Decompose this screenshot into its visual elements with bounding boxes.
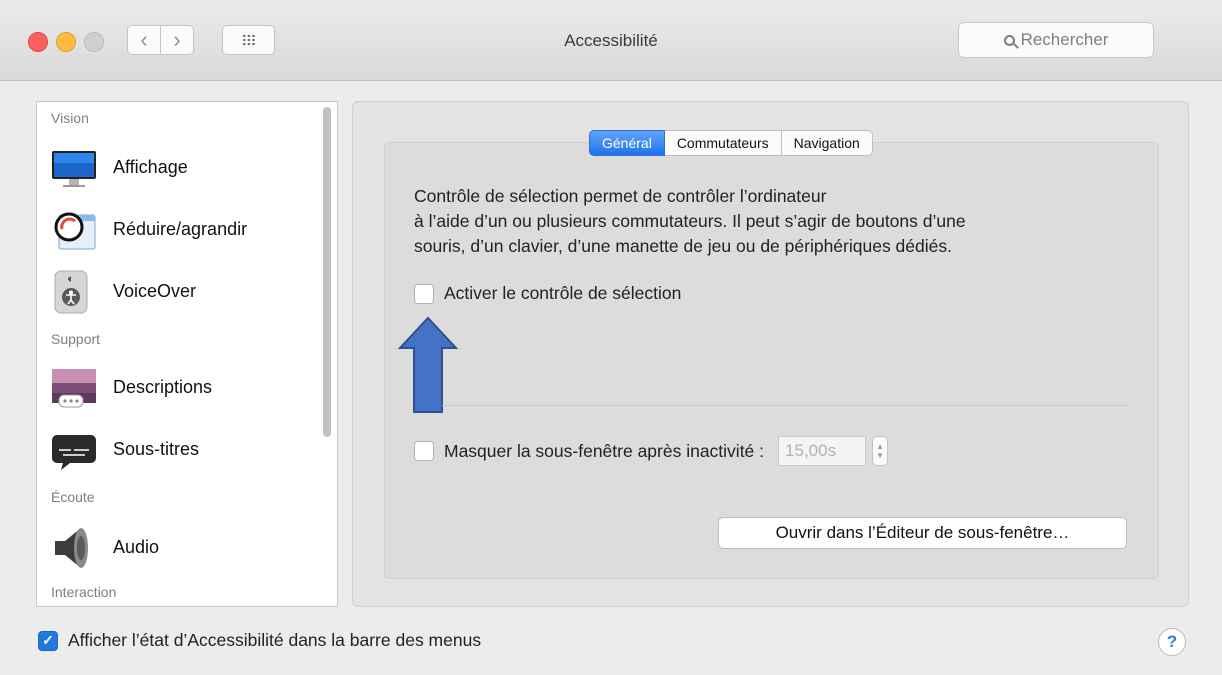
sidebar-item-label: VoiceOver [113,281,197,301]
sidebar: Vision Affichage Réduire/agrandir VoiceO… [36,101,338,607]
scrollbar-thumb[interactable] [323,107,331,437]
section-vision: Vision [51,110,89,126]
enable-switch-control-label: Activer le contrôle de sélection [444,283,682,303]
sidebar-item-audio[interactable]: Audio [51,522,321,574]
zoom-icon [54,212,96,250]
hide-panel-label: Masquer la sous-fenêtre après inactivité… [444,440,765,461]
title-bar: ‹ › Accessibilité Rechercher [0,0,1222,81]
search-placeholder: Rechercher [1020,30,1109,49]
chevron-up-icon: ▲ [876,442,884,451]
hide-panel-row: Masquer la sous-fenêtre après inactivité… [414,436,889,466]
description-text: Contrôle de sélection permet de contrôle… [414,184,966,259]
sidebar-item-label: Audio [113,537,160,557]
hide-delay-stepper[interactable]: ▲ ▼ [872,436,889,466]
sidebar-item-label: Affichage [113,157,188,177]
sidebar-item-descriptions[interactable]: Descriptions [51,362,321,414]
tab-commutateurs[interactable]: Commutateurs [664,130,782,156]
section-ecoute: Écoute [51,489,95,505]
voiceover-icon [54,270,88,314]
descriptions-icon [52,369,96,408]
separator [442,405,1128,406]
tab-general[interactable]: Général [589,130,665,156]
enable-switch-control-row: Activer le contrôle de sélection [414,283,681,304]
show-status-checkbox[interactable]: ✓ [38,630,58,651]
sidebar-item-voiceover[interactable]: VoiceOver [51,266,321,318]
checkmark-icon: ✓ [42,632,54,648]
sidebar-item-label: Sous-titres [113,439,200,459]
sidebar-item-label: Réduire/agrandir [113,219,248,239]
help-button[interactable]: ? [1158,628,1186,656]
section-support: Support [51,331,101,347]
hide-delay-field[interactable]: 15,00s [778,436,867,466]
show-status-label: Afficher l’état d’Accessibilité dans la … [68,630,482,650]
tab-bar: Général Commutateurs Navigation [589,130,873,156]
chevron-down-icon: ▼ [876,451,884,460]
open-panel-editor-button[interactable]: Ouvrir dans l’Éditeur de sous-fenêtre… [718,517,1127,549]
description-line: souris, d’un clavier, d’une manette de j… [414,236,952,256]
description-line: à l’aide d’un ou plusieurs commutateurs.… [414,211,966,231]
hide-panel-checkbox[interactable] [414,441,434,461]
display-icon [52,151,96,187]
search-icon [1003,34,1015,46]
subtitles-icon [52,435,96,470]
description-line: Contrôle de sélection permet de contrôle… [414,186,827,206]
sidebar-scrollbar[interactable] [319,105,333,605]
speaker-icon [55,528,88,568]
sidebar-item-reduire-agrandir[interactable]: Réduire/agrandir [51,204,321,256]
sidebar-item-affichage[interactable]: Affichage [51,142,321,194]
sidebar-item-label: Descriptions [113,377,213,397]
sidebar-item-sous-titres[interactable]: Sous-titres [51,424,321,476]
section-interaction: Interaction [51,584,117,600]
enable-switch-control-checkbox[interactable] [414,283,434,304]
annotation-arrow-icon [398,316,458,413]
show-status-row: ✓ Afficher l’état d’Accessibilité dans l… [38,630,481,651]
search-field[interactable]: Rechercher [958,22,1154,58]
tab-navigation[interactable]: Navigation [781,130,873,156]
